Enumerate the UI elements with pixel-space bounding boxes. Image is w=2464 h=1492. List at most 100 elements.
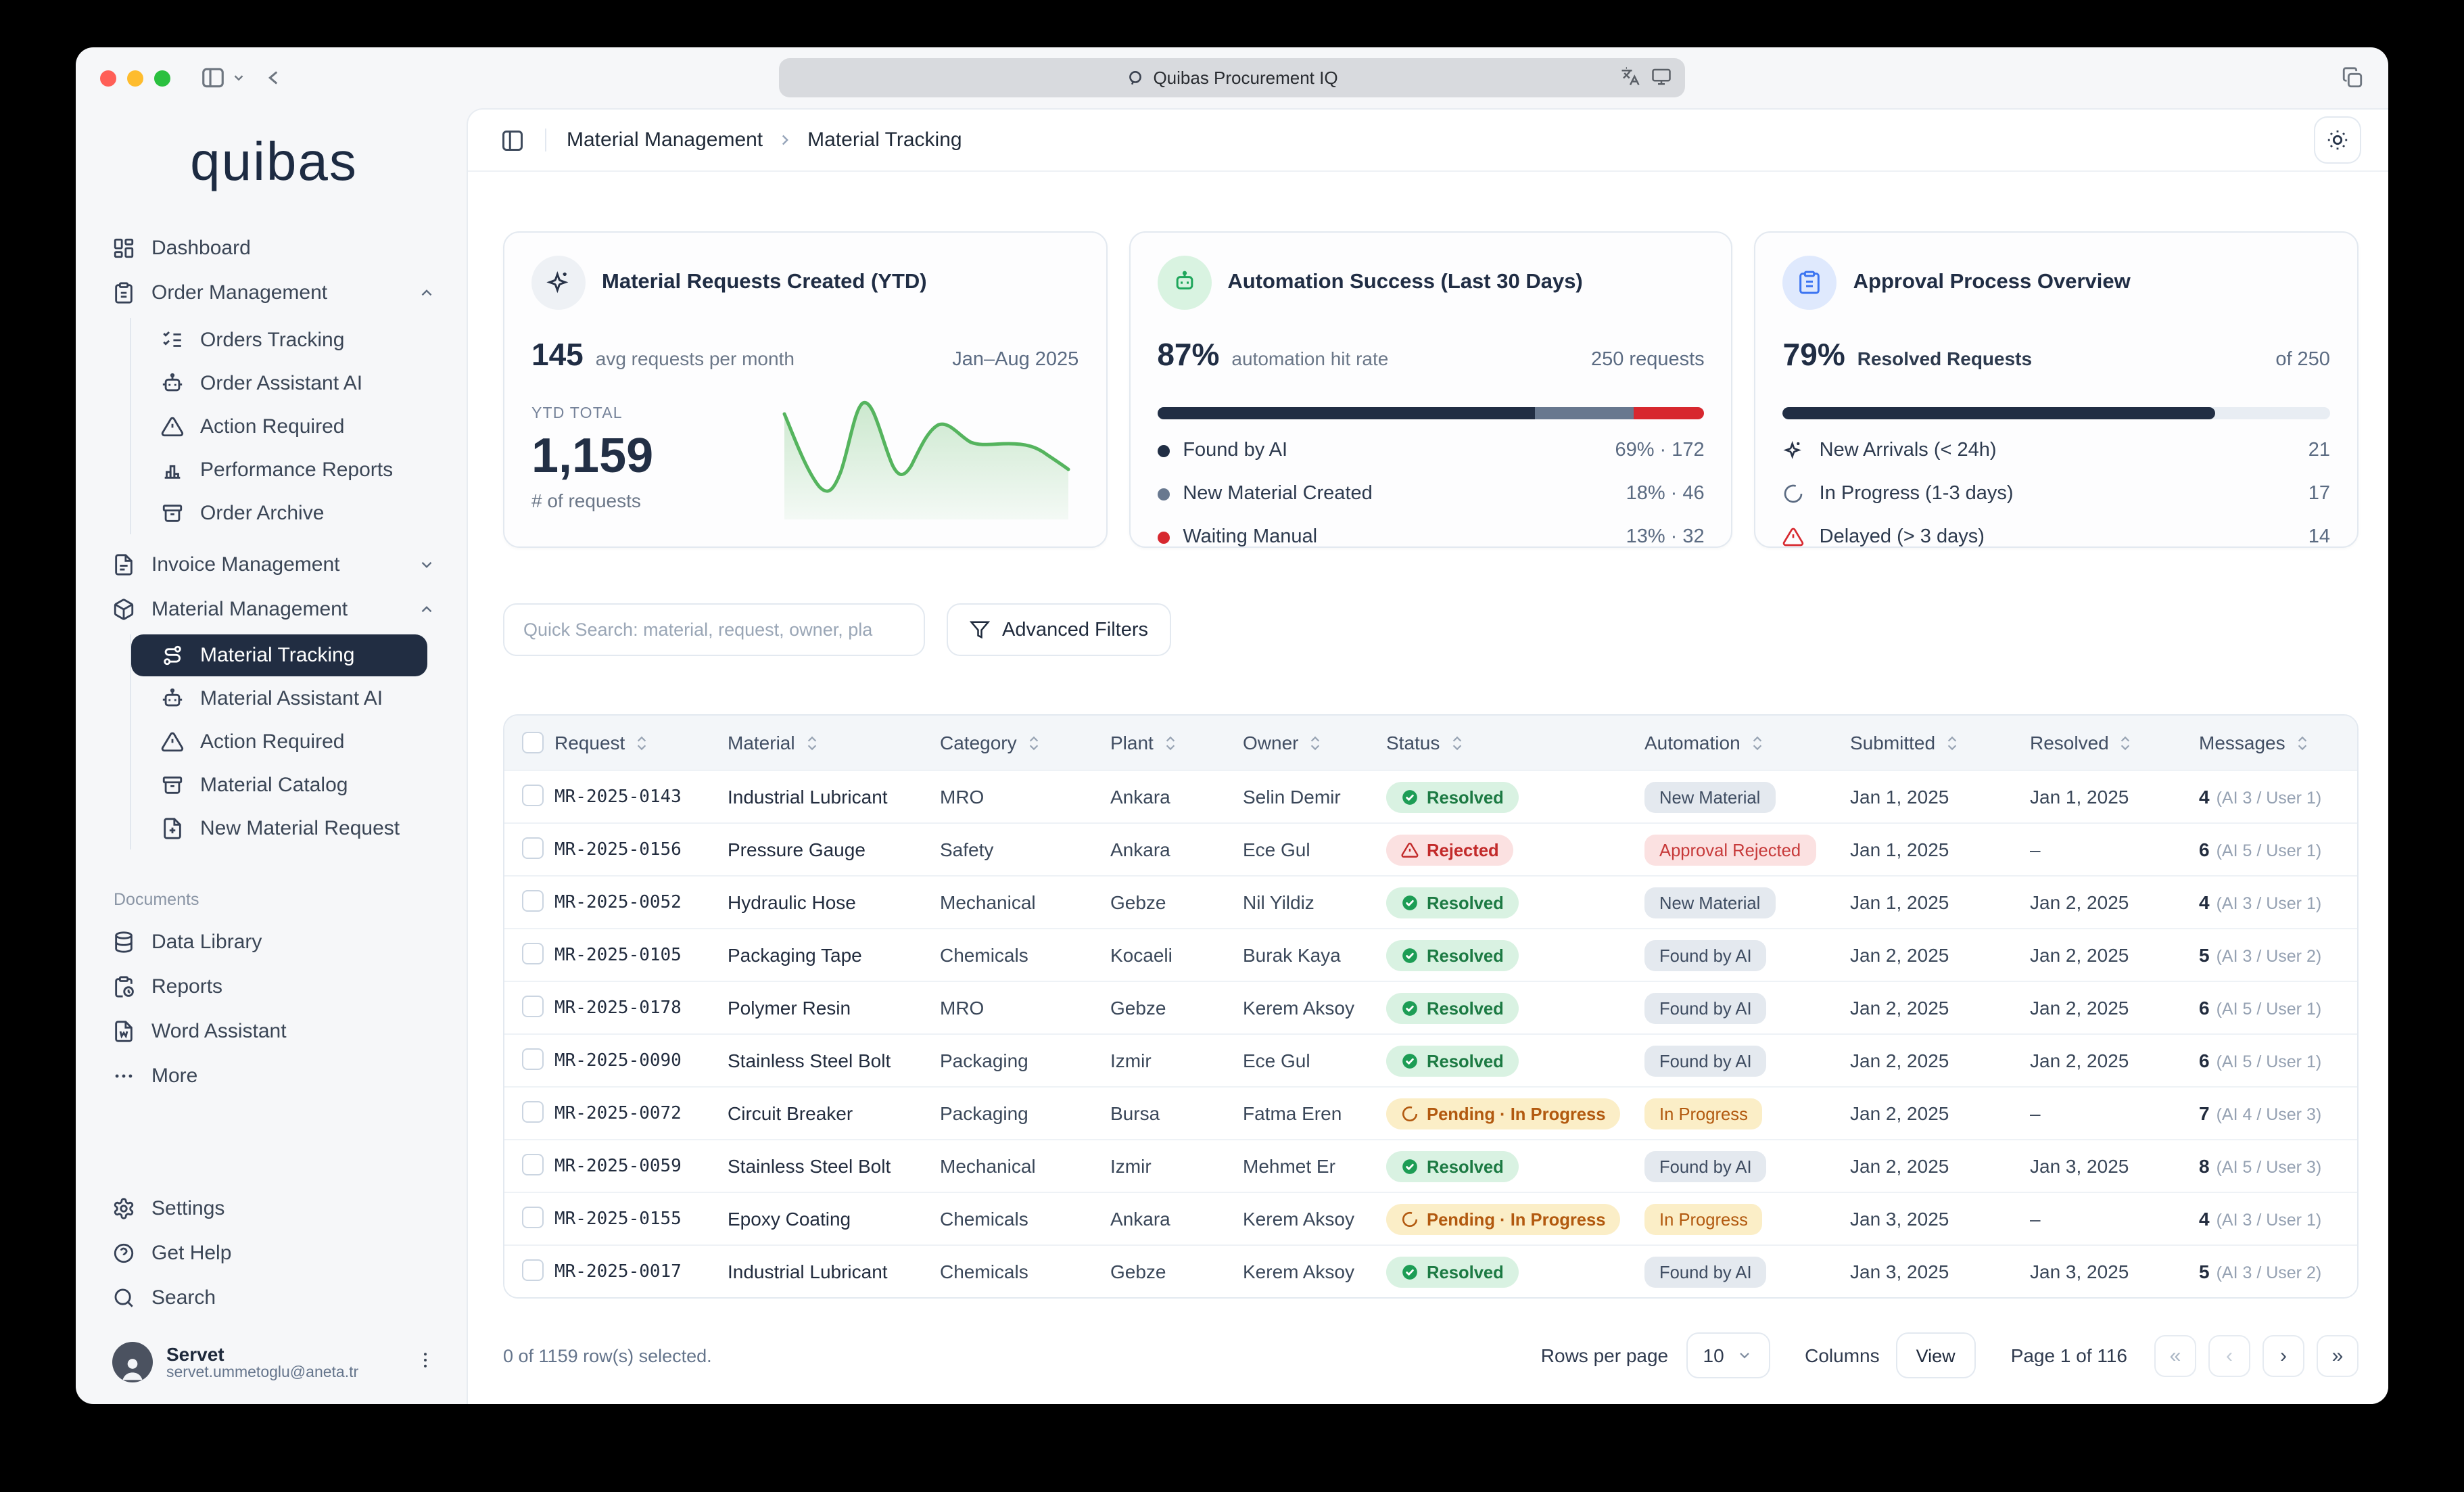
desktop: Quibas Procurement IQ quibas (0, 0, 2464, 1492)
column-header-automation[interactable]: Automation (1644, 732, 1850, 753)
row-checkbox[interactable] (522, 995, 544, 1017)
sidebar-item-order-assistant-ai[interactable]: Order Assistant AI (131, 361, 435, 404)
close-window-button[interactable] (100, 70, 116, 86)
select-all-checkbox[interactable] (522, 732, 544, 753)
sidebar-item-more[interactable]: More (112, 1054, 435, 1098)
sort-icon (803, 734, 821, 751)
address-bar[interactable]: Quibas Procurement IQ (779, 58, 1685, 97)
display-icon[interactable] (1651, 66, 1672, 90)
first-page-button[interactable]: « (2154, 1334, 2196, 1376)
sidebar-toggle-icon[interactable] (200, 65, 226, 91)
row-checkbox[interactable] (522, 942, 544, 964)
tab-overview-icon[interactable] (2341, 66, 2364, 89)
table-row[interactable]: MR-2025-0155 Epoxy Coating Chemicals Ank… (504, 1192, 2357, 1244)
column-header-resolved[interactable]: Resolved (2030, 732, 2199, 753)
app-logo: quibas (112, 133, 435, 193)
view-columns-button[interactable]: View (1896, 1332, 1976, 1378)
sidebar-item-new-material-request[interactable]: New Material Request (131, 806, 435, 849)
table-row[interactable]: MR-2025-0156 Pressure Gauge Safety Ankar… (504, 822, 2357, 875)
table-row[interactable]: MR-2025-0052 Hydraulic Hose Mechanical G… (504, 875, 2357, 928)
cell-resolved: Jan 2, 2025 (2030, 891, 2199, 913)
user-profile[interactable]: Servet servet.ummetoglu@aneta.tr (112, 1342, 435, 1382)
back-icon[interactable] (262, 66, 285, 89)
row-checkbox[interactable] (522, 889, 544, 911)
row-checkbox[interactable] (522, 1100, 544, 1122)
breadcrumb-parent[interactable]: Material Management (567, 129, 763, 151)
status-icon (1401, 1104, 1419, 1122)
row-checkbox[interactable] (522, 837, 544, 858)
automation-badge: In Progress (1644, 1098, 1763, 1129)
panel-left-icon[interactable] (500, 128, 525, 152)
sidebar-item-performance-reports[interactable]: Performance Reports (131, 448, 435, 491)
sidebar-item-action-required-orders[interactable]: Action Required (131, 404, 435, 448)
column-header-messages[interactable]: Messages (2199, 732, 2357, 753)
rows-per-page-select[interactable]: 10 (1686, 1332, 1770, 1378)
translate-icon[interactable] (1620, 66, 1640, 90)
sidebar-item-word-assistant[interactable]: Word Assistant (112, 1009, 435, 1054)
cell-submitted: Jan 1, 2025 (1850, 839, 2030, 860)
row-checkbox[interactable] (522, 1206, 544, 1228)
column-header-request[interactable]: Request (554, 732, 728, 753)
sidebar-item-order-management[interactable]: Order Management (112, 271, 435, 315)
legend-value: 13% · 32 (1626, 526, 1705, 548)
legend-value: 18% · 46 (1626, 483, 1705, 505)
ellipsis-icon (112, 1065, 137, 1088)
sidebar-item-get-help[interactable]: Get Help (112, 1231, 435, 1276)
column-header-status[interactable]: Status (1386, 732, 1644, 753)
chevron-down-icon[interactable] (231, 70, 246, 85)
sidebar-item-material-tracking[interactable]: Material Tracking (131, 634, 427, 676)
row-checkbox[interactable] (522, 784, 544, 806)
row-checkbox[interactable] (522, 1048, 544, 1069)
zoom-window-button[interactable] (154, 70, 170, 86)
row-checkbox[interactable] (522, 1259, 544, 1280)
cell-material: Industrial Lubricant (728, 786, 940, 808)
column-header-owner[interactable]: Owner (1243, 732, 1386, 753)
table-row[interactable]: MR-2025-0105 Packaging Tape Chemicals Ko… (504, 928, 2357, 981)
quick-search-input[interactable] (503, 603, 925, 656)
sidebar-item-action-required-materials[interactable]: Action Required (131, 720, 435, 763)
column-header-plant[interactable]: Plant (1110, 732, 1243, 753)
sidebar-item-label: Word Assistant (151, 1020, 287, 1043)
status-icon (1401, 1210, 1419, 1228)
table-row[interactable]: MR-2025-0059 Stainless Steel Bolt Mechan… (504, 1139, 2357, 1192)
sidebar-item-order-archive[interactable]: Order Archive (131, 491, 435, 534)
sidebar-item-settings[interactable]: Settings (112, 1186, 435, 1231)
automation-badge: Approval Rejected (1644, 834, 1816, 865)
sidebar-item-material-management[interactable]: Material Management (112, 587, 435, 632)
sidebar-item-data-library[interactable]: Data Library (112, 920, 435, 964)
user-menu-icon[interactable] (415, 1349, 435, 1375)
sidebar-item-material-catalog[interactable]: Material Catalog (131, 763, 435, 806)
table-row[interactable]: MR-2025-0143 Industrial Lubricant MRO An… (504, 770, 2357, 822)
column-header-submitted[interactable]: Submitted (1850, 732, 2030, 753)
automation-badge: Found by AI (1644, 1150, 1767, 1182)
table-row[interactable]: MR-2025-0178 Polymer Resin MRO Gebze Ker… (504, 981, 2357, 1033)
next-page-button[interactable]: › (2262, 1334, 2304, 1376)
cell-messages: 6(AI 5 / User 1) (2199, 1050, 2357, 1071)
table-row[interactable]: MR-2025-0017 Industrial Lubricant Chemic… (504, 1244, 2357, 1297)
sidebar-item-orders-tracking[interactable]: Orders Tracking (131, 318, 435, 361)
minimize-window-button[interactable] (127, 70, 143, 86)
sidebar-item-dashboard[interactable]: Dashboard (112, 226, 435, 271)
hit-rate-value: 87% (1157, 337, 1219, 373)
search-icon (112, 1286, 137, 1309)
last-page-button[interactable]: » (2317, 1334, 2359, 1376)
cell-material: Industrial Lubricant (728, 1261, 940, 1282)
cell-resolved: Jan 3, 2025 (2030, 1261, 2199, 1282)
table-row[interactable]: MR-2025-0072 Circuit Breaker Packaging B… (504, 1086, 2357, 1139)
cell-request: MR-2025-0059 (554, 1156, 728, 1176)
sidebar-item-invoice-management[interactable]: Invoice Management (112, 542, 435, 587)
cell-resolved: Jan 3, 2025 (2030, 1155, 2199, 1177)
table-row[interactable]: MR-2025-0090 Stainless Steel Bolt Packag… (504, 1033, 2357, 1086)
cell-resolved: – (2030, 1208, 2199, 1230)
advanced-filters-button[interactable]: Advanced Filters (947, 603, 1171, 656)
row-checkbox[interactable] (522, 1153, 544, 1175)
sidebar-item-material-assistant-ai[interactable]: Material Assistant AI (131, 676, 435, 720)
theme-toggle-button[interactable] (2314, 116, 2361, 164)
sidebar-item-reports[interactable]: Reports (112, 964, 435, 1009)
file-plus-icon (161, 816, 185, 839)
column-header-material[interactable]: Material (728, 732, 940, 753)
previous-page-button[interactable]: ‹ (2208, 1334, 2250, 1376)
column-header-category[interactable]: Category (940, 732, 1110, 753)
cell-messages: 5(AI 3 / User 2) (2199, 944, 2357, 966)
sidebar-item-search[interactable]: Search (112, 1276, 435, 1320)
